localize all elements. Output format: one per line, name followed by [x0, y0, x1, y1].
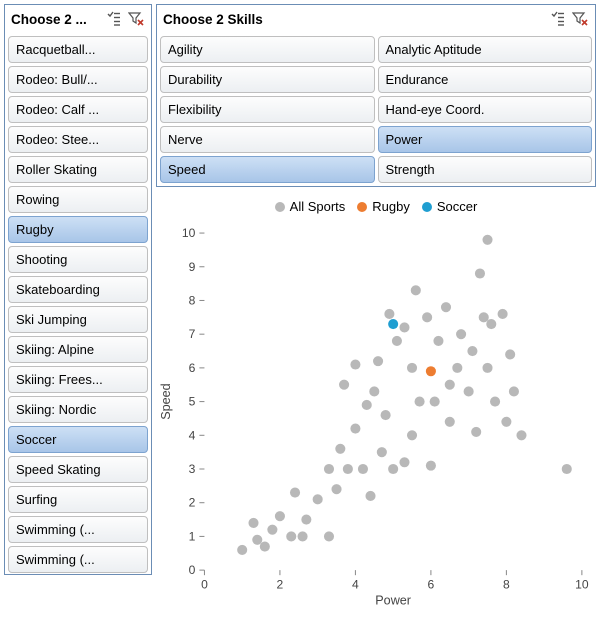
sport-item[interactable]: Rodeo: Stee...: [8, 126, 148, 153]
svg-text:7: 7: [189, 327, 196, 341]
sport-item[interactable]: Racquetball...: [8, 36, 148, 63]
sport-item[interactable]: Shooting: [8, 246, 148, 273]
sport-item[interactable]: Surfing: [8, 486, 148, 513]
sport-item[interactable]: Rowing: [8, 186, 148, 213]
skill-item[interactable]: Flexibility: [160, 96, 375, 123]
skills-slicer-panel: Choose 2 Skills AgilityAnalytic Aptitud: [156, 4, 596, 187]
multiselect-icon[interactable]: [549, 10, 567, 28]
sport-item[interactable]: Skiing: Alpine: [8, 336, 148, 363]
svg-text:Power: Power: [375, 593, 411, 607]
legend-label: All Sports: [290, 199, 346, 214]
skills-panel-header: Choose 2 Skills: [157, 5, 595, 33]
sport-item[interactable]: Rodeo: Bull/...: [8, 66, 148, 93]
sport-item[interactable]: Skiing: Frees...: [8, 366, 148, 393]
sport-item[interactable]: Roller Skating: [8, 156, 148, 183]
svg-text:0: 0: [201, 577, 208, 591]
skill-item[interactable]: Power: [378, 126, 593, 153]
legend-dot-icon: [357, 202, 367, 212]
sport-item[interactable]: Rugby: [8, 216, 148, 243]
sport-item[interactable]: Ski Jumping: [8, 306, 148, 333]
legend-dot-icon: [275, 202, 285, 212]
skill-item[interactable]: Speed: [160, 156, 375, 183]
sports-panel-title: Choose 2 ...: [11, 12, 101, 27]
svg-text:10: 10: [575, 577, 589, 591]
skill-item[interactable]: Agility: [160, 36, 375, 63]
svg-text:8: 8: [503, 577, 510, 591]
svg-text:6: 6: [189, 361, 196, 375]
svg-text:8: 8: [189, 294, 196, 308]
legend-item-rugby: Rugby: [357, 199, 410, 214]
svg-text:4: 4: [352, 577, 359, 591]
svg-text:3: 3: [189, 462, 196, 476]
legend-dot-icon: [422, 202, 432, 212]
legend-label: Soccer: [437, 199, 477, 214]
sport-item[interactable]: Skiing: Nordic: [8, 396, 148, 423]
sports-list[interactable]: Racquetball... Rodeo: Bull/... Rodeo: Calf…: [5, 33, 151, 574]
svg-text:6: 6: [428, 577, 435, 591]
skill-item[interactable]: Nerve: [160, 126, 375, 153]
svg-text:9: 9: [189, 260, 196, 274]
svg-text:2: 2: [277, 577, 284, 591]
svg-text:1: 1: [189, 529, 196, 543]
svg-text:5: 5: [189, 395, 196, 409]
sport-item[interactable]: Rodeo: Calf ...: [8, 96, 148, 123]
sport-item[interactable]: Swimming (...: [8, 546, 148, 573]
svg-text:10: 10: [182, 226, 196, 240]
svg-text:Speed: Speed: [159, 383, 173, 419]
svg-text:4: 4: [189, 428, 196, 442]
sport-item[interactable]: Swimming (...: [8, 516, 148, 543]
skill-item[interactable]: Endurance: [378, 66, 593, 93]
multiselect-icon[interactable]: [105, 10, 123, 28]
sports-slicer-panel: Choose 2 ... Racquetball... Rodeo: Bull/.…: [4, 4, 152, 575]
sport-item[interactable]: Speed Skating: [8, 456, 148, 483]
legend-item-all: All Sports: [275, 199, 346, 214]
sports-panel-header: Choose 2 ...: [5, 5, 151, 33]
sport-item[interactable]: Soccer: [8, 426, 148, 453]
skill-item[interactable]: Analytic Aptitude: [378, 36, 593, 63]
svg-text:0: 0: [189, 563, 196, 577]
skill-item[interactable]: Durability: [160, 66, 375, 93]
legend-item-soccer: Soccer: [422, 199, 477, 214]
chart-legend: All Sports Rugby Soccer: [156, 191, 596, 214]
skill-item[interactable]: Strength: [378, 156, 593, 183]
svg-text:2: 2: [189, 496, 196, 510]
skills-panel-title: Choose 2 Skills: [163, 12, 545, 27]
scatter-chart: All Sports Rugby Soccer 0 2 4 6 8 10 0 1 2 3 4 5 6 7 8…: [156, 191, 596, 600]
sport-item[interactable]: Skateboarding: [8, 276, 148, 303]
legend-label: Rugby: [372, 199, 410, 214]
chart-plot-area: 0 2 4 6 8 10 0 1 2 3 4 5 6 7 8 9 10 Power Speed: [156, 214, 596, 623]
skill-item[interactable]: Hand-eye Coord.: [378, 96, 593, 123]
skills-list: AgilityAnalytic AptitudeDurabilityEndura…: [157, 33, 595, 186]
clear-filter-icon[interactable]: [127, 10, 145, 28]
clear-filter-icon[interactable]: [571, 10, 589, 28]
